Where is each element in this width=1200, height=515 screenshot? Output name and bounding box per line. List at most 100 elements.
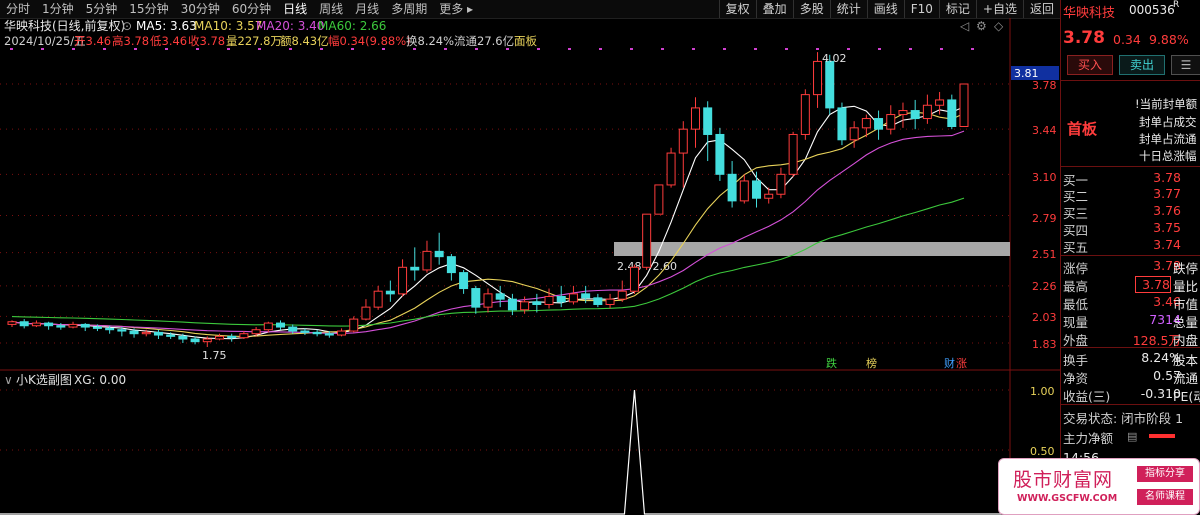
current-price-label: 3.81 [1014,67,1039,80]
seal-line: 封单占流通 [1139,132,1197,146]
candle-down [190,338,200,343]
candle-down [80,323,90,328]
tag-fall[interactable]: 跌 [826,356,837,370]
candle-down [434,250,444,258]
low-label: 1.75 [202,349,227,362]
ma20-label: MA20: 3.40 [256,19,324,33]
signal-dot [630,48,633,50]
candle-down [178,335,188,340]
tab-daily[interactable]: 日线 [277,0,313,18]
candle-up [849,127,859,141]
tag-rank[interactable]: 榜 [866,356,877,370]
signal-dot [165,48,168,50]
info-open: 开3.46 [74,34,111,48]
tab-60min[interactable]: 60分钟 [226,0,277,18]
candle-down [874,118,884,130]
candle-up [935,99,945,106]
candle-down [129,330,139,335]
candle-up [520,301,530,311]
kline-chart[interactable]: 华映科技(日线,前复权) ⊙ MA5: 3.63 MA10: 3.57 MA20… [0,18,1060,515]
axis-tick: 3.10 [1032,171,1057,184]
ma5-label: MA5: 3.63 [136,19,197,33]
candle-down [276,322,286,328]
tag-finance[interactable]: 财 [944,356,955,370]
candle-down [715,133,725,175]
candle-up [422,250,432,271]
signal-dot [72,48,75,50]
candle-up [361,306,371,320]
mark-button[interactable]: 标记 [938,0,976,18]
info-amount: 额8.43亿 [280,34,329,48]
candle-up [629,266,639,292]
seal-line: 十日总涨幅 [1139,149,1197,163]
candle-up [886,114,896,130]
expand-icon[interactable]: ◇ [994,19,1004,33]
candle-down [703,107,713,135]
candle-up [788,133,798,175]
watermark-brand: 股市财富网 [1013,469,1114,491]
candle-down [495,293,505,300]
tab-30min[interactable]: 30分钟 [175,0,226,18]
tab-more[interactable]: 更多 ▸ [433,0,479,18]
candle-up [861,118,871,129]
candle-up [654,184,664,215]
multi-stock-button[interactable]: 多股 [792,0,830,18]
back-button[interactable]: 返回 [1022,0,1060,18]
candle-up [666,152,676,186]
candle-down [410,266,420,271]
tab-5min[interactable]: 5分钟 [80,0,124,18]
list-icon[interactable]: ▤ [1127,430,1137,443]
chart-title: 华映科技(日线,前复权) [4,18,125,33]
signal-dot [134,48,137,50]
draw-button[interactable]: 画线 [866,0,904,18]
tab-intraday[interactable]: 分时 [0,0,36,18]
candle-up [214,335,224,340]
candle-up [349,318,359,332]
candle-down [385,290,395,295]
axis-tick: 1.83 [1032,338,1057,351]
indicator-toggle-icon[interactable]: ∨ [4,373,13,387]
watermark-url: WWW.GSCFW.COM [1017,493,1118,504]
f10-button[interactable]: F10 [903,0,939,18]
candle-up [813,60,823,96]
signal-dot [506,48,509,50]
signal-dot [940,48,943,50]
candle-down [471,288,481,308]
ma10-label: MA10: 3.57 [194,19,262,33]
settings-icon[interactable]: ⚙ [976,19,987,33]
indicator-title[interactable]: 小K选副图 [16,373,72,387]
more-menu-icon[interactable]: ☰ [1171,55,1200,75]
price-change: 0.34 [1113,32,1141,47]
divider [1061,255,1200,256]
candle-down [117,329,127,332]
watermark-tag: 指标分享 [1137,466,1193,482]
tab-weekly[interactable]: 周线 [313,0,349,18]
tab-monthly[interactable]: 月线 [349,0,385,18]
signal-dot [754,48,757,50]
zoom-out-icon[interactable]: ◁ [959,19,969,33]
signal-dot [568,48,571,50]
candle-down [105,327,115,331]
stats-button[interactable]: 统计 [829,0,867,18]
candle-down [446,256,456,274]
candle-down [44,322,54,327]
overlay-button[interactable]: 叠加 [755,0,793,18]
tag-rise[interactable]: 涨 [956,357,967,370]
candle-up [337,330,347,336]
tab-15min[interactable]: 15分钟 [123,0,174,18]
adjust-button[interactable]: 复权 [718,0,756,18]
tab-1min[interactable]: 1分钟 [36,0,80,18]
tab-multi-period[interactable]: 多周期 [385,0,433,18]
candle-up [544,296,554,305]
candle-down [153,331,163,336]
rights-badge: R [1173,0,1180,10]
price-row: 3.78 0.34 9.88% [1061,28,1200,50]
main-net-bar [1149,434,1175,438]
sell-button[interactable]: 卖出 [1119,55,1165,75]
ma-toggle-icon[interactable]: ⊙ [122,19,132,33]
candle-up [898,110,908,116]
add-watchlist-button[interactable]: +自选 [975,0,1023,18]
candle-up [617,290,627,300]
axis-tick: 3.44 [1032,124,1057,137]
buy-button[interactable]: 买入 [1067,55,1113,75]
